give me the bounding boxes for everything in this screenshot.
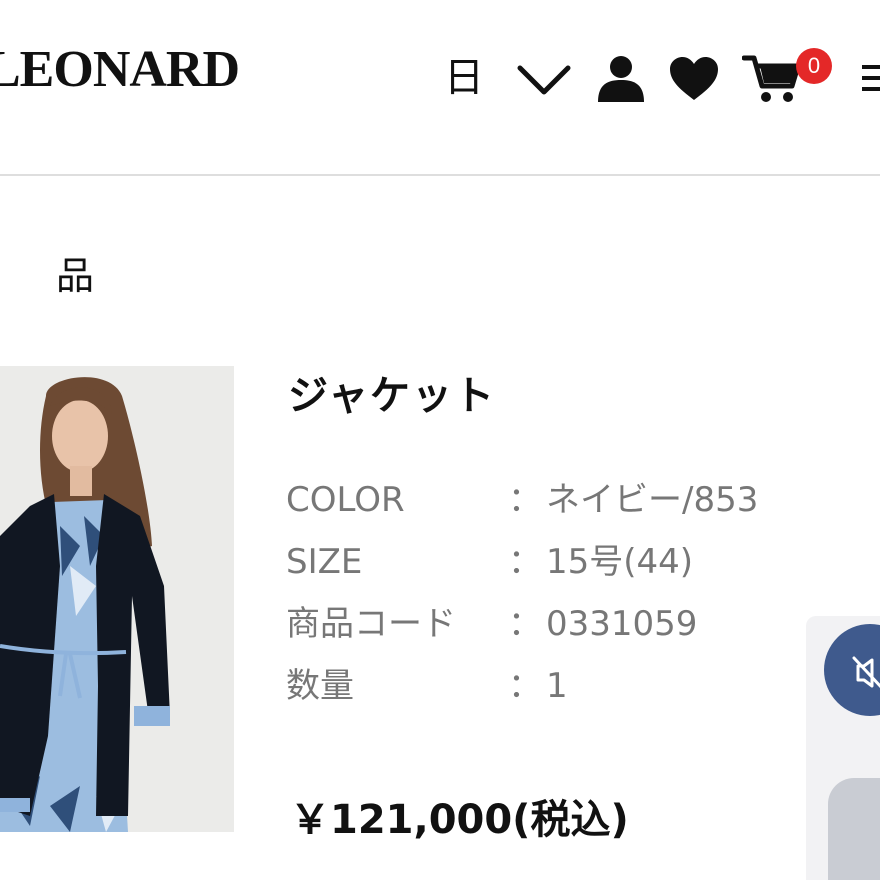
- cart-count-badge: 0: [796, 48, 832, 84]
- product-name: ジャケット: [288, 373, 496, 419]
- menu-icon[interactable]: [860, 60, 880, 96]
- spec-label-size: SIZE: [286, 542, 363, 582]
- spec-value-color: ネイビー/853: [546, 480, 759, 520]
- spec-value-size: 15号(44): [546, 542, 694, 582]
- brand-logo[interactable]: LEONARD: [0, 40, 240, 99]
- spec-label-color: COLOR: [286, 480, 405, 520]
- spec-separator: ：: [508, 480, 542, 520]
- section-title: 品: [56, 254, 95, 298]
- chevron-down-icon[interactable]: [516, 62, 572, 98]
- product-image[interactable]: [0, 366, 234, 832]
- spec-value-quantity: 1: [546, 666, 568, 706]
- site-header: LEONARD 日 0: [0, 0, 880, 176]
- cart-icon[interactable]: [742, 52, 802, 104]
- spec-separator: ：: [508, 604, 542, 644]
- heart-icon[interactable]: [668, 56, 720, 102]
- spec-separator: ：: [508, 666, 542, 706]
- side-card[interactable]: [828, 778, 880, 880]
- language-selector[interactable]: 日: [444, 54, 484, 102]
- user-icon[interactable]: [596, 54, 646, 102]
- spec-value-product-code: 0331059: [546, 604, 698, 644]
- muted-notification-icon[interactable]: [852, 656, 880, 690]
- spec-separator: ：: [508, 542, 542, 582]
- product-price: ￥121,000(税込): [290, 797, 629, 843]
- spec-label-quantity: 数量: [286, 666, 354, 706]
- spec-label-product-code: 商品コード: [286, 604, 456, 644]
- product-photo-illustration: [0, 366, 234, 832]
